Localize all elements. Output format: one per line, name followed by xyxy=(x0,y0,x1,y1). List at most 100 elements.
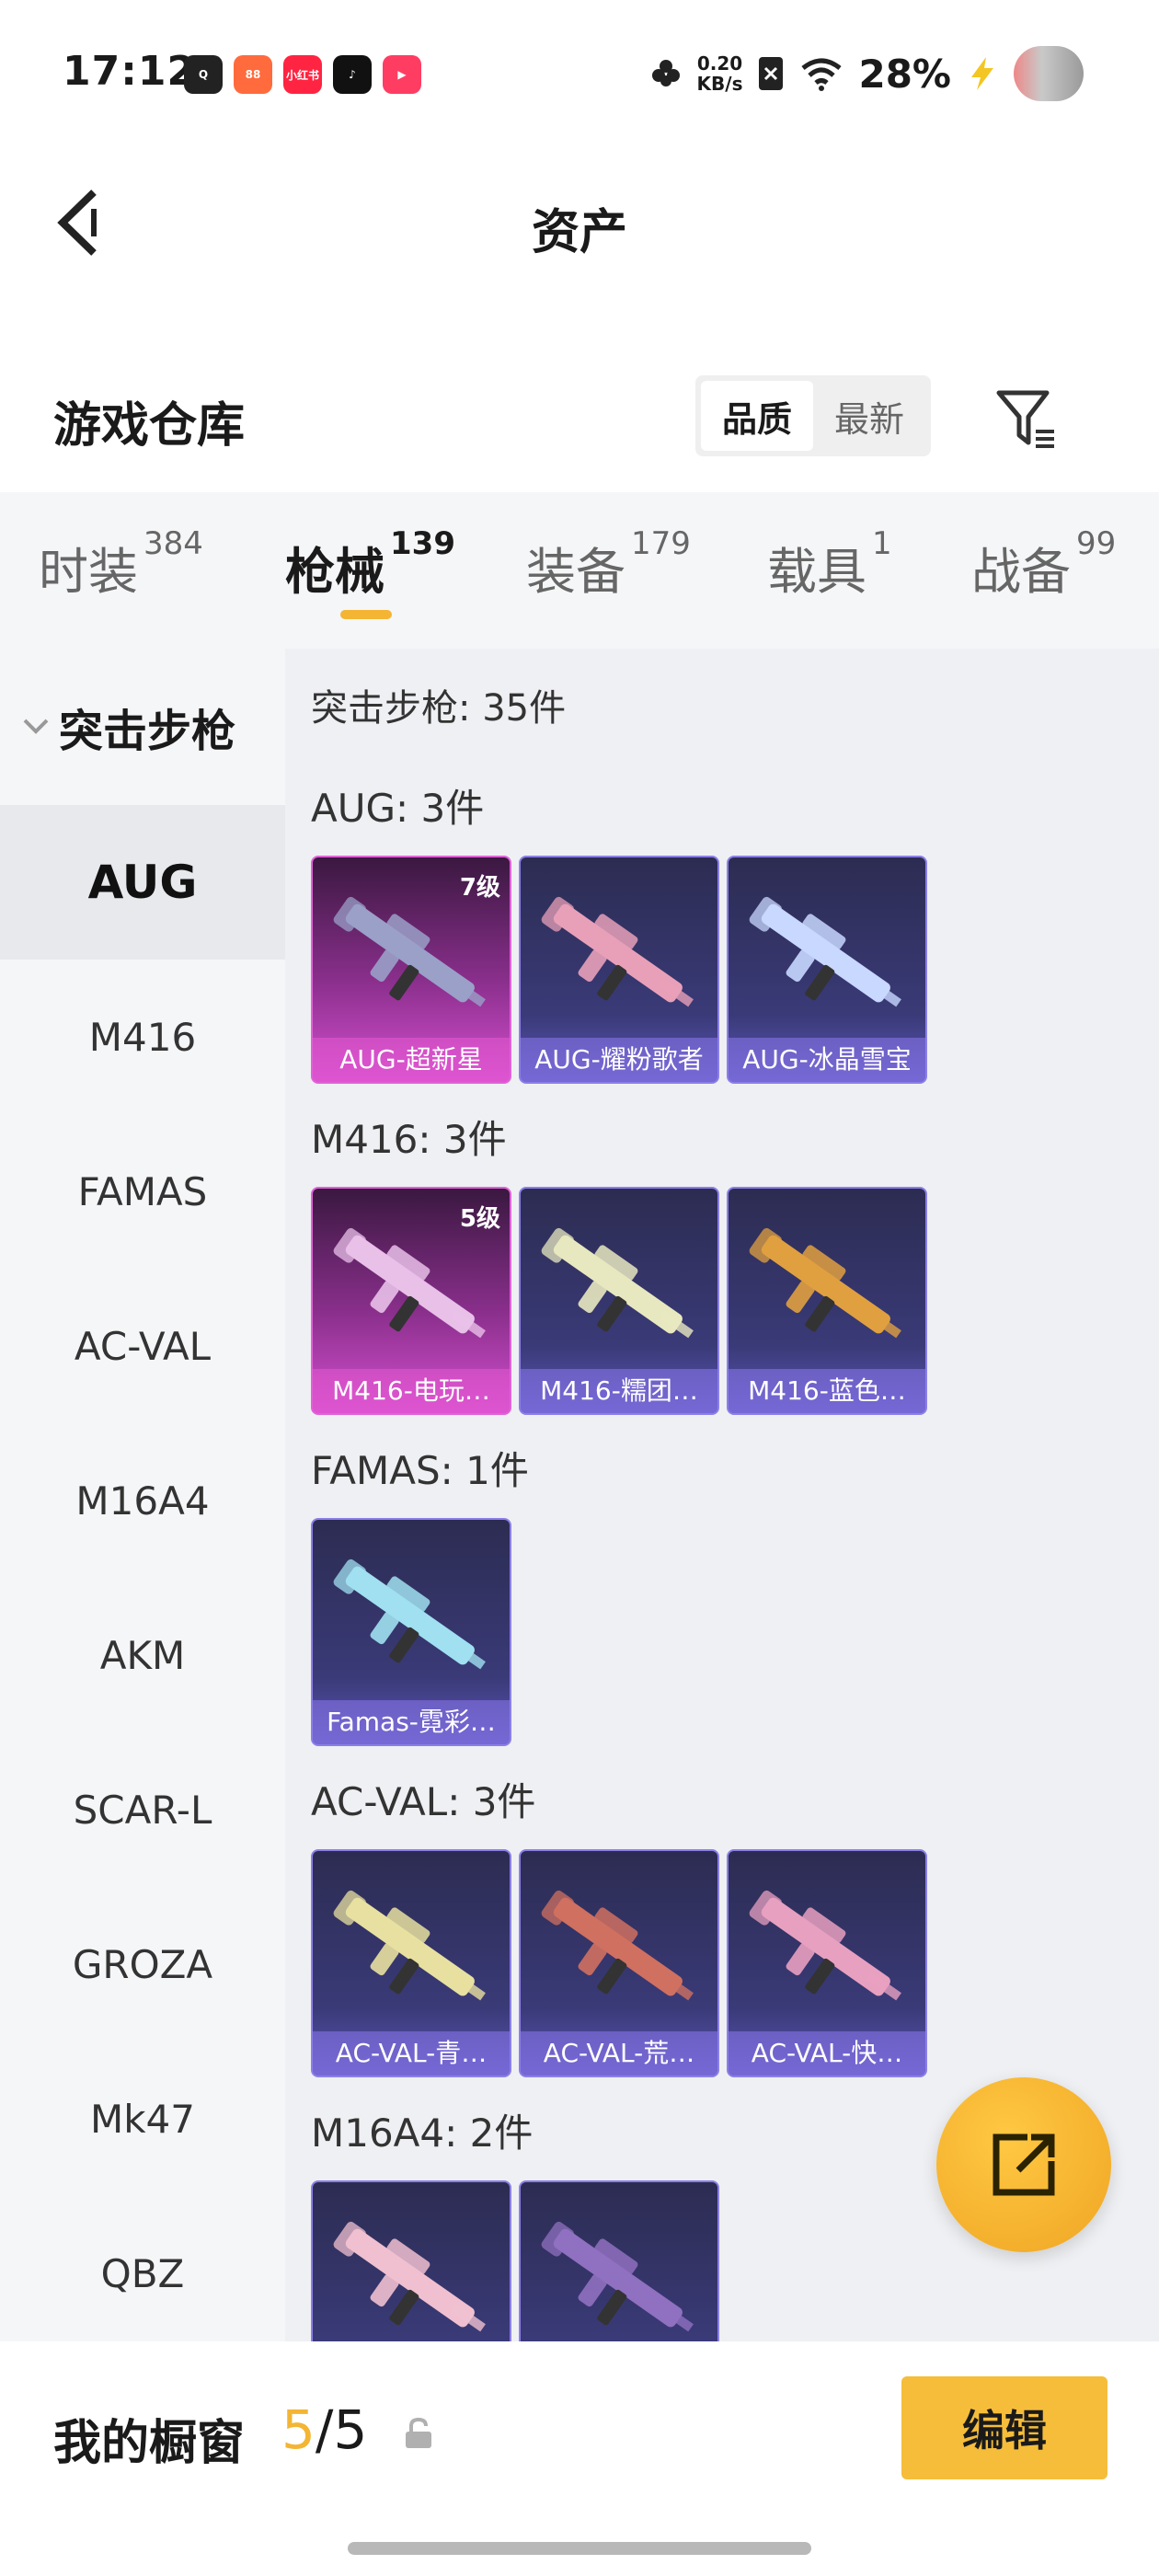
weapon-card-name: M416-蓝色… xyxy=(729,1369,925,1413)
share-icon xyxy=(993,2133,1055,2196)
qq-browser-icon: Q xyxy=(184,55,223,94)
category-total: 突击步枪: 35件 xyxy=(311,687,567,730)
lock-icon xyxy=(406,2417,431,2448)
weapon-skin-image xyxy=(333,1227,486,1339)
status-bar: 17:12 Q 88 小红书 ♪ ▶ 0.20 KB/s 28% xyxy=(0,0,1159,147)
sidebar-item-akm[interactable]: AKM xyxy=(0,1578,285,1732)
showcase-current: 5 xyxy=(281,2398,316,2461)
weapon-card[interactable]: AUG-耀粉歌者 xyxy=(519,856,719,1084)
net-speed: 0.20 KB/s xyxy=(697,53,743,94)
tab-label: 战备 xyxy=(971,543,1071,601)
flower-icon xyxy=(651,60,680,86)
tab-count: 1 xyxy=(872,525,892,562)
weapon-skin-image xyxy=(541,1227,694,1339)
tab-label: 载具 xyxy=(767,543,866,601)
sidebar-item-aug[interactable]: AUG xyxy=(0,805,285,960)
weapon-card-name: AUG-冰晶雪宝 xyxy=(729,1038,925,1082)
weapon-skin-image xyxy=(749,1890,901,2001)
sidebar-item-m416[interactable]: M416 xyxy=(0,960,285,1114)
category-tabs: 时装 384 枪械 139 装备 179 载具 1 战备 99 xyxy=(0,492,1159,649)
weapon-card-name: AUG-超新星 xyxy=(313,1038,510,1082)
weapon-card[interactable]: AC-VAL-荒… xyxy=(519,1849,719,2077)
sidebar-item-scar-l[interactable]: SCAR-L xyxy=(0,1732,285,1887)
tab-weapons[interactable]: 枪械 139 xyxy=(285,525,455,604)
status-avatar xyxy=(1014,46,1084,101)
weapon-skin-image xyxy=(333,896,486,1007)
weapon-group-title: FAMAS: 1件 xyxy=(311,1448,529,1493)
assets-screen: 17:12 Q 88 小红书 ♪ ▶ 0.20 KB/s 28% 资产 游戏仓库 品质 … xyxy=(0,0,1159,2576)
weapon-skin-image xyxy=(333,1558,486,1670)
weapon-skin-image xyxy=(541,2221,694,2332)
tab-supplies[interactable]: 战备 99 xyxy=(971,525,1116,604)
net-speed-unit: KB/s xyxy=(696,73,743,95)
sidebar-item-ac-val[interactable]: AC-VAL xyxy=(0,1269,285,1423)
weapon-card-name: AC-VAL-快… xyxy=(729,2031,925,2076)
weapon-skin-image xyxy=(333,2221,486,2332)
weapon-card[interactable]: AC-VAL-青… xyxy=(311,1849,511,2077)
filter-button[interactable] xyxy=(990,383,1063,456)
sidebar-item-m16a4[interactable]: M16A4 xyxy=(0,1423,285,1578)
weapon-group-title: AUG: 3件 xyxy=(311,786,485,831)
battery-percent: 28% xyxy=(858,51,951,97)
tab-label: 枪械 xyxy=(285,543,384,601)
kuaishou-icon: 88 xyxy=(234,55,272,94)
showcase-total: 5 xyxy=(333,2398,368,2461)
warehouse-title: 游戏仓库 xyxy=(53,398,246,454)
sort-quality-button[interactable]: 品质 xyxy=(701,381,813,451)
weapon-sidebar: 突击步枪 AUG M416 FAMAS AC-VAL M16A4 AKM SCA… xyxy=(0,649,285,2341)
active-tab-indicator xyxy=(340,610,392,619)
weapon-card[interactable]: AUG-冰晶雪宝 xyxy=(727,856,927,1084)
weapon-card-name: M416-糯团… xyxy=(521,1369,717,1413)
weapon-card[interactable]: M416-蓝色… xyxy=(727,1187,927,1415)
douyin-icon: ♪ xyxy=(333,55,372,94)
tab-costume[interactable]: 时装 384 xyxy=(39,525,203,604)
weapon-skin-image xyxy=(541,1890,694,2001)
weapon-skin-image xyxy=(749,896,901,1007)
tab-count: 99 xyxy=(1076,525,1117,562)
weapon-group-title: M416: 3件 xyxy=(311,1117,507,1162)
tab-equipment[interactable]: 装备 179 xyxy=(526,525,691,604)
status-time: 17:12 xyxy=(63,48,197,95)
tab-vehicles[interactable]: 载具 1 xyxy=(767,525,892,604)
page-title: 资产 xyxy=(531,205,627,260)
tab-label: 装备 xyxy=(526,543,625,601)
warehouse-bar: 游戏仓库 品质 最新 xyxy=(0,350,1159,488)
header: 资产 xyxy=(0,147,1159,304)
sidebar-item-famas[interactable]: FAMAS xyxy=(0,1114,285,1269)
sidebar-category-label: 突击步枪 xyxy=(59,706,236,757)
weapon-skin-image xyxy=(541,896,694,1007)
weapon-card-name: Famas-霓彩… xyxy=(313,1700,510,1744)
weapon-card[interactable] xyxy=(519,2180,719,2341)
share-button[interactable] xyxy=(936,2077,1111,2252)
edit-button[interactable]: 编辑 xyxy=(901,2376,1107,2479)
weapon-card-name: AUG-耀粉歌者 xyxy=(521,1038,717,1082)
showcase-count: 5/5 xyxy=(281,2398,367,2461)
weapon-group-title: AC-VAL: 3件 xyxy=(311,1779,536,1824)
chevron-down-icon xyxy=(23,719,49,734)
sidebar-item-mk47[interactable]: Mk47 xyxy=(0,2041,285,2196)
weapon-card[interactable]: M416-糯团… xyxy=(519,1187,719,1415)
weapon-level-badge: 5级 xyxy=(459,1205,500,1233)
showcase-label: 我的橱窗 xyxy=(53,2416,246,2471)
weapon-card-name: AC-VAL-荒… xyxy=(521,2031,717,2076)
showcase-bar: 我的橱窗 5/5 编辑 xyxy=(0,2341,1159,2576)
sidebar-item-groza[interactable]: GROZA xyxy=(0,1887,285,2041)
notification-app-icons: Q 88 小红书 ♪ ▶ xyxy=(184,55,421,94)
home-indicator[interactable] xyxy=(348,2542,811,2555)
tab-label: 时装 xyxy=(39,543,138,601)
weapon-card-name: M416-电玩… xyxy=(313,1369,510,1413)
weapon-card[interactable]: 7级 AUG-超新星 xyxy=(311,856,511,1084)
sidebar-item-qbz[interactable]: QBZ xyxy=(0,2196,285,2351)
sort-latest-button[interactable]: 最新 xyxy=(813,381,925,451)
charging-icon xyxy=(971,57,993,90)
sim-icon xyxy=(759,57,784,90)
weapon-card[interactable]: AC-VAL-快… xyxy=(727,1849,927,2077)
weapon-card[interactable] xyxy=(311,2180,511,2341)
weapon-card[interactable]: 5级 M416-电玩… xyxy=(311,1187,511,1415)
sidebar-category-assault-rifles[interactable]: 突击步枪 xyxy=(0,649,285,805)
status-right: 0.20 KB/s 28% xyxy=(649,46,1084,101)
showcase-separator: / xyxy=(315,2398,334,2461)
weapon-card[interactable]: Famas-霓彩… xyxy=(311,1518,511,1746)
weapon-level-badge: 7级 xyxy=(459,874,500,902)
tab-count: 384 xyxy=(143,525,203,562)
